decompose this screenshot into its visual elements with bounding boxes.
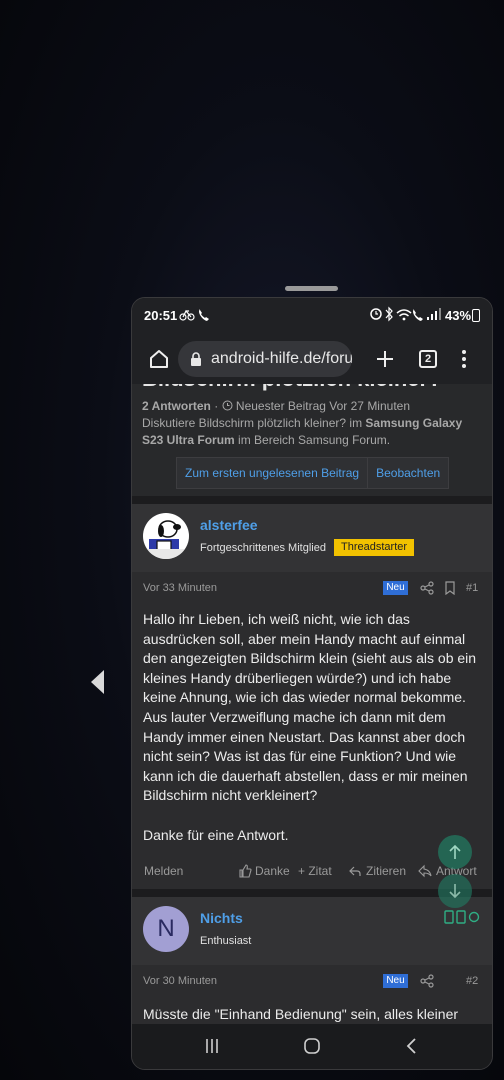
scroll-down-button[interactable] bbox=[438, 874, 472, 908]
threadstarter-badge: Threadstarter bbox=[334, 539, 415, 556]
bookmark-icon[interactable] bbox=[443, 581, 457, 595]
arrow-up-icon bbox=[449, 844, 461, 859]
arrow-down-icon bbox=[449, 884, 461, 899]
url-bar[interactable]: android-hilfe.de/forum bbox=[178, 341, 352, 377]
desc-suffix: im Bereich Samsung Forum. bbox=[234, 433, 391, 447]
report-button[interactable]: Melden bbox=[144, 864, 183, 878]
post-time[interactable]: Vor 33 Minuten bbox=[143, 582, 217, 594]
post-number[interactable]: #1 bbox=[466, 582, 478, 594]
new-badge: Neu bbox=[383, 581, 408, 595]
post-author-block: alsterfee Fortgeschrittenes Mitglied Thr… bbox=[132, 504, 492, 572]
avatar[interactable]: N bbox=[143, 906, 189, 952]
device-icons bbox=[444, 910, 480, 924]
avatar[interactable] bbox=[143, 513, 189, 559]
home-icon[interactable] bbox=[142, 342, 176, 376]
reply-icon[interactable] bbox=[418, 864, 432, 878]
new-tab-icon[interactable] bbox=[368, 342, 402, 376]
browser-toolbar: android-hilfe.de/forum 2 bbox=[132, 334, 492, 384]
status-bar: 20:51 43% bbox=[132, 298, 492, 334]
tab-switcher-button[interactable]: 2 bbox=[415, 346, 441, 372]
clock-icon bbox=[222, 400, 233, 411]
share-icon[interactable] bbox=[420, 974, 434, 988]
thread-description: Diskutiere Bildschirm plötzlich kleiner?… bbox=[142, 415, 472, 449]
clock: 20:51 bbox=[144, 308, 178, 323]
post-time[interactable]: Vor 30 Minuten bbox=[143, 975, 217, 987]
like-icon[interactable] bbox=[238, 864, 252, 878]
thread-header: Bildschirm plötzlich kleiner? 2 Antworte… bbox=[132, 384, 492, 496]
battery-percentage: 43% bbox=[445, 308, 472, 323]
thread-meta: 2 Antworten · Neuester Beitrag Vor 27 Mi… bbox=[142, 399, 411, 413]
like-button[interactable]: Danke bbox=[255, 864, 290, 878]
user-title: Fortgeschrittenes Mitglied bbox=[200, 542, 326, 554]
divider bbox=[132, 496, 492, 504]
multiquote-button[interactable]: Zitieren bbox=[366, 864, 406, 878]
lock-icon bbox=[191, 352, 201, 366]
post-2: N Nichts Enthusiast Vor 30 Minuten Neu #… bbox=[132, 897, 492, 1024]
back-icon[interactable] bbox=[402, 1036, 422, 1056]
more-menu-icon[interactable] bbox=[454, 344, 474, 374]
newest-post[interactable]: Neuester Beitrag Vor 27 Minuten bbox=[236, 399, 410, 413]
pop-up-window: 20:51 43% android-hilfe.de/forum 2 2 Ant… bbox=[131, 297, 493, 1070]
reply-count[interactable]: 2 Antworten bbox=[142, 399, 211, 413]
thread-button-group: Zum ersten ungelesenen Beitrag Beobachte… bbox=[176, 457, 450, 489]
post-body: Müsste die "Einhand Bedienung" sein, all… bbox=[143, 1006, 459, 1022]
multiquote-icon[interactable] bbox=[348, 864, 362, 878]
url-text: android-hilfe.de/forum bbox=[211, 350, 352, 367]
snoopy-avatar-icon bbox=[143, 513, 189, 559]
share-icon[interactable] bbox=[420, 581, 434, 595]
battery-icon bbox=[472, 309, 480, 322]
page-content[interactable]: Bildschirm plötzlich kleiner? 2 Antworte… bbox=[132, 384, 492, 1024]
quote-button[interactable]: + Zitat bbox=[298, 864, 332, 878]
tab-count: 2 bbox=[419, 350, 437, 368]
username[interactable]: Nichts bbox=[200, 910, 243, 926]
first-unread-button[interactable]: Zum ersten ungelesenen Beitrag bbox=[177, 458, 367, 488]
watch-button[interactable]: Beobachten bbox=[368, 458, 448, 488]
desc-prefix: Diskutiere Bildschirm plötzlich kleiner?… bbox=[142, 416, 366, 430]
new-badge: Neu bbox=[383, 974, 408, 988]
thread-title: Bildschirm plötzlich kleiner? bbox=[142, 384, 442, 392]
post-number[interactable]: #2 bbox=[466, 975, 478, 987]
edge-panel-arrow-icon[interactable] bbox=[88, 668, 108, 696]
user-title: Enthusiast bbox=[200, 935, 252, 947]
home-button-icon[interactable] bbox=[302, 1036, 322, 1056]
scroll-up-button[interactable] bbox=[438, 835, 472, 869]
multiwindow-handle[interactable] bbox=[285, 286, 338, 291]
notification-icons bbox=[179, 309, 209, 321]
system-navigation-bar bbox=[132, 1024, 492, 1069]
post-body: Hallo ihr Lieben, ich weiß nicht, wie ic… bbox=[143, 611, 477, 843]
system-status-icons bbox=[370, 306, 441, 322]
avatar-letter: N bbox=[157, 915, 175, 942]
recent-apps-icon[interactable] bbox=[202, 1036, 222, 1056]
username[interactable]: alsterfee bbox=[200, 517, 258, 533]
post-1: alsterfee Fortgeschrittenes Mitglied Thr… bbox=[132, 504, 492, 889]
